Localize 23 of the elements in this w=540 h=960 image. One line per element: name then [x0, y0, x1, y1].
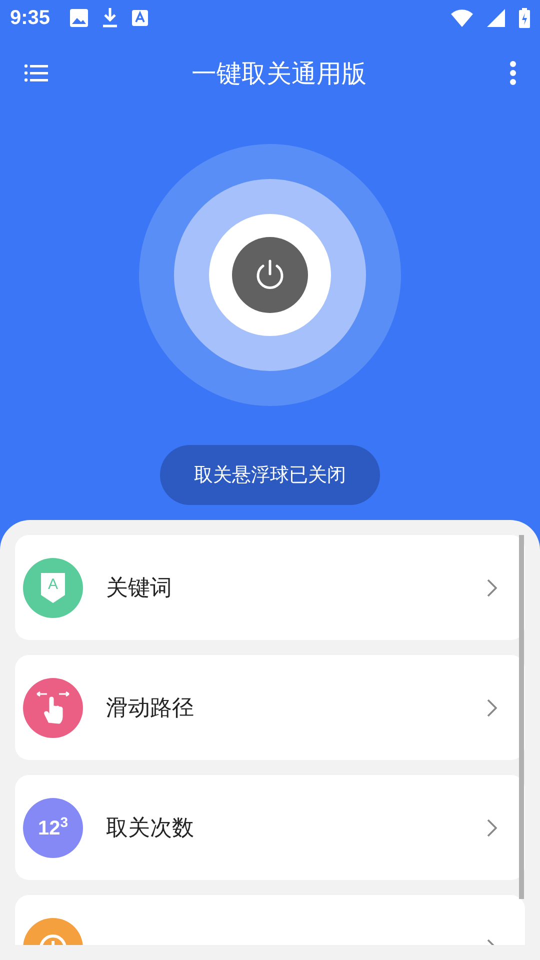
download-icon: [102, 8, 118, 28]
chevron-right-icon: [487, 578, 497, 596]
numbers-icon: 12$^{3}$: [23, 798, 83, 858]
battery-icon: [519, 8, 530, 28]
menu-label: 滑动路径: [106, 694, 195, 722]
letter-a-text: A: [48, 576, 58, 593]
chevron-right-icon: [487, 818, 497, 836]
tag-icon: [40, 572, 66, 604]
wifi-icon: [451, 9, 473, 27]
menu-label: 关键词: [106, 574, 173, 602]
app-title: 一键取关通用版: [192, 58, 366, 90]
signal-icon: [487, 9, 505, 27]
status-time: 9:35: [10, 6, 50, 30]
menu-card[interactable]: A 关键词: [15, 535, 525, 640]
chevron-right-icon: [487, 698, 497, 716]
menu-card[interactable]: 12$^{3}$ 取关次数: [15, 775, 525, 880]
more-options-icon[interactable]: [510, 61, 516, 85]
menu-card[interactable]: 滑动路径: [15, 655, 525, 760]
status-pill: 取关悬浮球已关闭: [160, 445, 380, 505]
menu-label: 取关次数: [106, 814, 195, 842]
text-icon: [132, 10, 148, 26]
image-icon: [70, 9, 88, 27]
menu-icon[interactable]: [24, 64, 48, 82]
